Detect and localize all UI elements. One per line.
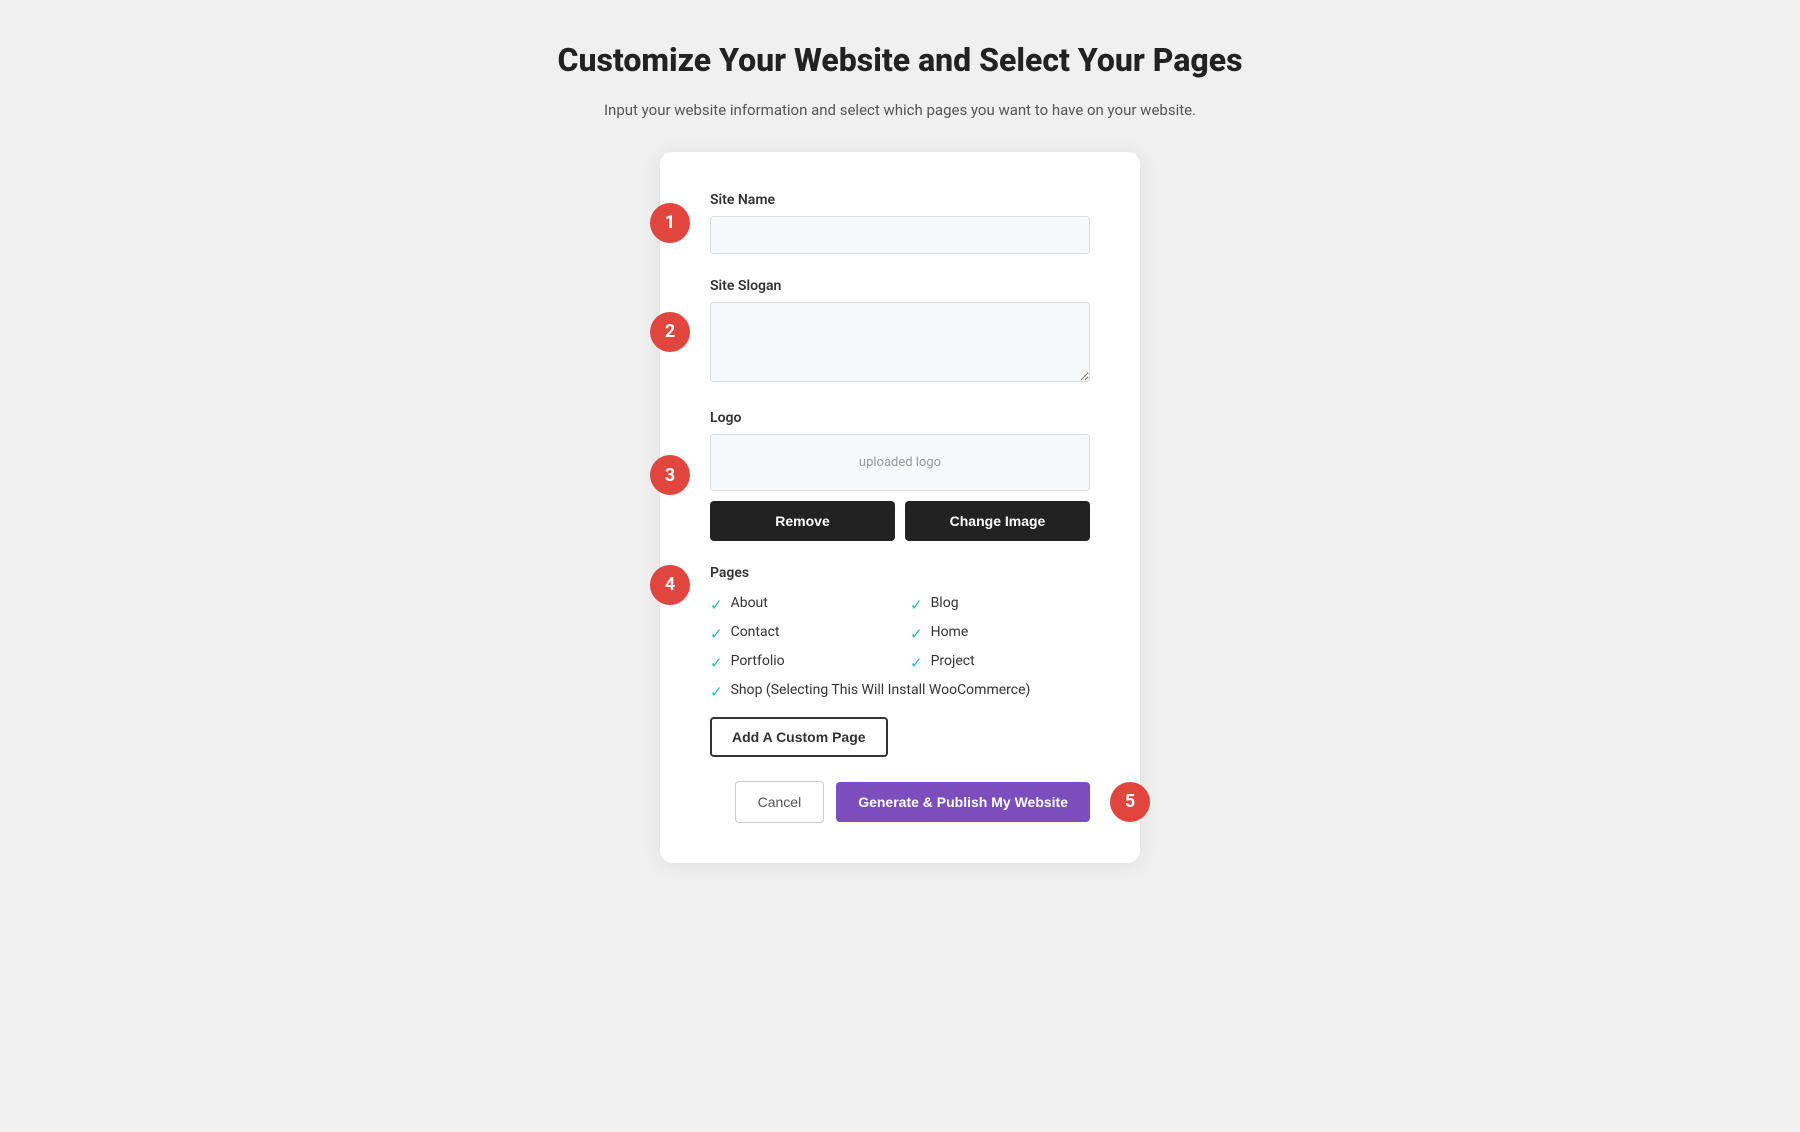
page-item-about[interactable]: ✓ About	[710, 595, 890, 614]
pages-section: 4 Pages ✓ About ✓ Blog ✓ Contact ✓ Home …	[710, 565, 1090, 757]
pages-label: Pages	[710, 565, 1090, 581]
form-card: 1 Site Name 2 Site Slogan 3 Logo uploade…	[660, 152, 1140, 863]
step-2-badge: 2	[650, 312, 690, 352]
logo-label: Logo	[710, 410, 1090, 426]
page-item-portfolio[interactable]: ✓ Portfolio	[710, 653, 890, 672]
form-footer: Cancel Generate & Publish My Website 5	[710, 781, 1090, 823]
page-item-project[interactable]: ✓ Project	[910, 653, 1090, 672]
logo-section: 3 Logo uploaded logo Remove Change Image	[710, 410, 1090, 541]
check-about-icon: ✓	[710, 596, 723, 614]
page-item-shop[interactable]: ✓ Shop (Selecting This Will Install WooC…	[710, 682, 1090, 701]
logo-buttons: Remove Change Image	[710, 501, 1090, 541]
site-slogan-input[interactable]	[710, 302, 1090, 382]
step-1-badge: 1	[650, 203, 690, 243]
page-item-blog[interactable]: ✓ Blog	[910, 595, 1090, 614]
logo-preview-text: uploaded logo	[859, 455, 941, 470]
page-about-label: About	[731, 595, 768, 611]
page-title: Customize Your Website and Select Your P…	[557, 40, 1242, 82]
cancel-button[interactable]: Cancel	[735, 781, 825, 823]
page-shop-label: Shop (Selecting This Will Install WooCom…	[731, 682, 1031, 698]
site-slogan-section: 2 Site Slogan	[710, 278, 1090, 386]
page-blog-label: Blog	[931, 595, 959, 611]
site-name-section: 1 Site Name	[710, 192, 1090, 254]
logo-preview: uploaded logo	[710, 434, 1090, 491]
change-image-button[interactable]: Change Image	[905, 501, 1090, 541]
site-name-label: Site Name	[710, 192, 1090, 208]
step-5-badge: 5	[1110, 782, 1150, 822]
page-contact-label: Contact	[731, 624, 780, 640]
pages-grid: ✓ About ✓ Blog ✓ Contact ✓ Home ✓ Portfo…	[710, 595, 1090, 701]
site-name-input[interactable]	[710, 216, 1090, 254]
page-item-home[interactable]: ✓ Home	[910, 624, 1090, 643]
step-3-badge: 3	[650, 455, 690, 495]
site-slogan-label: Site Slogan	[710, 278, 1090, 294]
add-custom-page-button[interactable]: Add A Custom Page	[710, 717, 888, 757]
page-home-label: Home	[931, 624, 969, 640]
check-blog-icon: ✓	[910, 596, 923, 614]
check-portfolio-icon: ✓	[710, 654, 723, 672]
publish-button[interactable]: Generate & Publish My Website	[836, 782, 1090, 822]
page-item-contact[interactable]: ✓ Contact	[710, 624, 890, 643]
remove-logo-button[interactable]: Remove	[710, 501, 895, 541]
step-4-badge: 4	[650, 565, 690, 605]
page-subtitle: Input your website information and selec…	[557, 98, 1242, 122]
check-project-icon: ✓	[910, 654, 923, 672]
check-home-icon: ✓	[910, 625, 923, 643]
page-portfolio-label: Portfolio	[731, 653, 785, 669]
check-shop-icon: ✓	[710, 683, 723, 701]
page-project-label: Project	[931, 653, 975, 669]
check-contact-icon: ✓	[710, 625, 723, 643]
